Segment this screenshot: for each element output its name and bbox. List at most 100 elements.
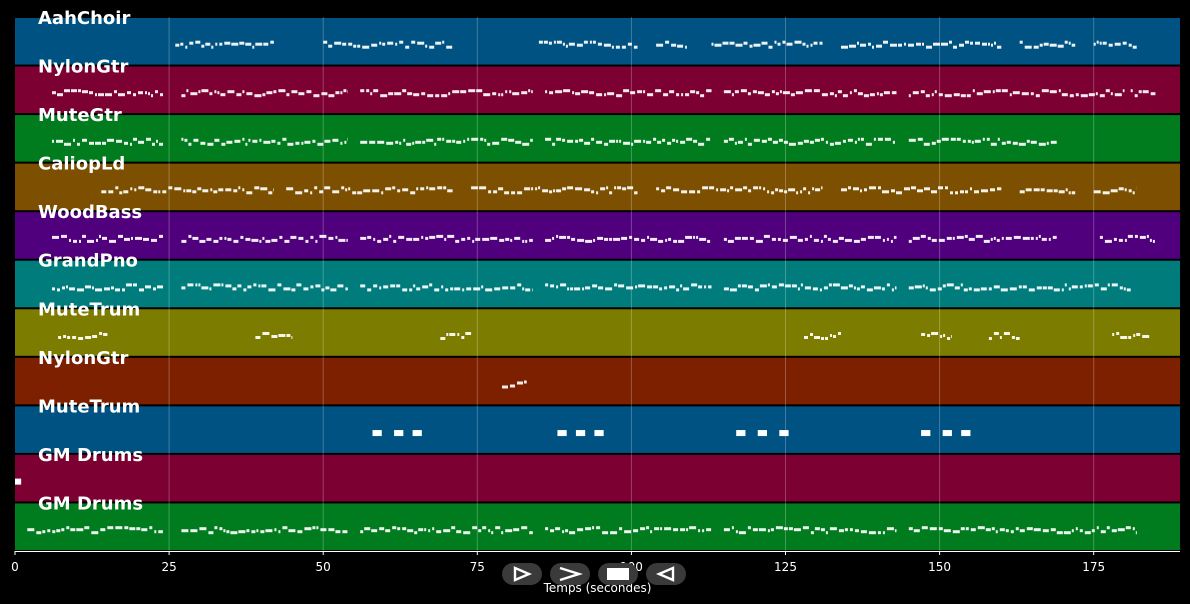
note-segment [233, 239, 239, 243]
note-segment [740, 89, 747, 93]
note-segment [345, 188, 348, 192]
note-segment [262, 236, 265, 240]
note-segment [429, 187, 436, 191]
note-segment [681, 190, 688, 194]
note-segment [610, 531, 618, 535]
note-segment [941, 137, 949, 141]
note-segment [853, 187, 859, 191]
note-segment [669, 90, 675, 94]
note-segment [310, 285, 314, 289]
note-segment [82, 90, 88, 94]
note-segment [960, 94, 966, 98]
note-segment [186, 89, 189, 93]
stop-button[interactable] [598, 563, 638, 585]
note-segment [278, 530, 281, 534]
note-segment [266, 91, 273, 95]
note-segment [583, 40, 588, 44]
note-segment [680, 284, 683, 288]
note-segment [638, 284, 646, 288]
note-segment [615, 45, 620, 49]
note-segment [383, 285, 389, 289]
note-segment [92, 286, 94, 290]
note-segment [192, 236, 199, 240]
note-segment [298, 92, 305, 96]
note-segment [1001, 236, 1004, 240]
note-segment [767, 190, 770, 194]
note-segment [78, 337, 84, 340]
note-segment [1118, 187, 1124, 191]
note-segment [1071, 43, 1076, 47]
note-segment [803, 187, 807, 191]
note-segment [936, 139, 941, 143]
note-segment [304, 527, 312, 531]
note-segment [956, 235, 964, 239]
note-segment [360, 530, 364, 534]
note-segment [214, 90, 217, 94]
note-segment [334, 41, 342, 45]
note-segment [1015, 527, 1019, 531]
note-segment [153, 190, 158, 194]
note-segment [282, 526, 288, 530]
play-button[interactable] [502, 563, 542, 585]
note-segment [472, 239, 475, 243]
note-segment [647, 285, 653, 289]
note-segment [565, 529, 569, 533]
note-segment [1124, 188, 1127, 192]
note-segment [699, 237, 707, 241]
note-segment [960, 190, 964, 194]
note-segment [412, 141, 415, 145]
note-segment [184, 138, 188, 142]
note-segment [630, 91, 636, 95]
note-segment [1149, 238, 1152, 242]
note-segment [820, 137, 824, 141]
note-segment [198, 90, 201, 94]
note-segment [87, 239, 94, 243]
note-segment [360, 140, 368, 144]
note-segment [1139, 235, 1146, 239]
note-segment [402, 527, 407, 531]
note-segment [160, 93, 163, 97]
note-segment [271, 139, 276, 143]
note-segment [504, 191, 510, 195]
track-lane [15, 163, 1180, 211]
note-segment [1064, 283, 1067, 287]
note-segment [944, 94, 952, 98]
note-segment [923, 142, 930, 146]
note-segment [402, 288, 408, 292]
note-segment [853, 89, 857, 93]
note-segment [102, 141, 106, 145]
note-segment [413, 237, 420, 241]
note-segment [786, 42, 793, 46]
note-segment [995, 89, 1001, 93]
note-segment [1110, 189, 1118, 193]
note-segment [569, 531, 576, 535]
note-segment [501, 93, 504, 97]
note-segment [736, 430, 746, 437]
note-segment [565, 44, 568, 48]
note-segment [385, 187, 392, 191]
note-segment [96, 238, 98, 242]
note-segment [729, 41, 735, 45]
x-tick-label: 150 [928, 560, 951, 574]
note-segment [685, 235, 693, 239]
note-segment [1095, 92, 1098, 96]
note-segment [921, 333, 926, 336]
note-segment [145, 91, 147, 95]
note-segment [425, 236, 429, 240]
back-button[interactable] [646, 563, 686, 585]
note-segment [315, 284, 321, 288]
forward-button[interactable] [550, 563, 590, 585]
note-segment [552, 142, 556, 146]
note-segment [447, 189, 453, 193]
note-segment [893, 235, 897, 239]
note-segment [279, 235, 283, 239]
note-segment [804, 336, 808, 339]
note-segment [585, 286, 591, 290]
note-segment [1116, 332, 1120, 335]
note-segment [298, 236, 304, 240]
note-segment [145, 285, 151, 289]
note-segment [213, 283, 221, 287]
note-segment [340, 141, 343, 145]
note-segment [1132, 527, 1135, 531]
note-segment [702, 186, 709, 190]
